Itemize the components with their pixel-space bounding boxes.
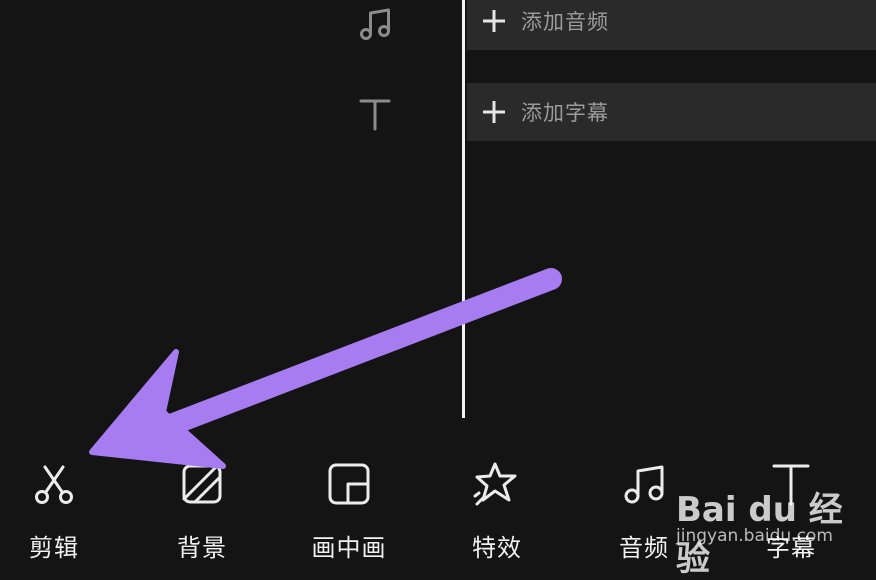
add-subtitle-label: 添加字幕	[521, 101, 609, 125]
add-audio-bar[interactable]: 添加音频	[467, 0, 876, 50]
playhead-line[interactable]	[462, 0, 465, 418]
star-sparkle-icon	[469, 456, 525, 512]
tool-pip-label: 画中画	[311, 534, 387, 562]
tool-picture-in-picture[interactable]: 画中画	[289, 440, 409, 565]
subtitle-track-text-icon	[350, 92, 400, 136]
tool-audio-label: 音频	[619, 534, 669, 562]
tool-edit[interactable]: 剪辑	[0, 440, 114, 565]
plus-icon	[481, 99, 507, 125]
audio-track-music-icon	[350, 2, 400, 46]
tool-effects[interactable]: 特效	[437, 440, 557, 565]
plus-icon	[481, 8, 507, 34]
add-audio-label: 添加音频	[521, 10, 609, 34]
picture-in-picture-icon	[321, 456, 377, 512]
tool-edit-label: 剪辑	[29, 534, 79, 562]
add-subtitle-bar[interactable]: 添加字幕	[467, 83, 876, 141]
tool-effects-label: 特效	[472, 534, 522, 562]
scissors-icon	[26, 456, 82, 512]
watermark-url: jingyan.baidu.com	[676, 526, 833, 546]
tool-background[interactable]: 背景	[142, 440, 262, 565]
background-icon	[174, 456, 230, 512]
baidu-jingyan-watermark: Bai du 经验 jingyan.baidu.com	[676, 462, 876, 579]
tool-background-label: 背景	[177, 534, 227, 562]
music-note-icon	[616, 456, 672, 512]
